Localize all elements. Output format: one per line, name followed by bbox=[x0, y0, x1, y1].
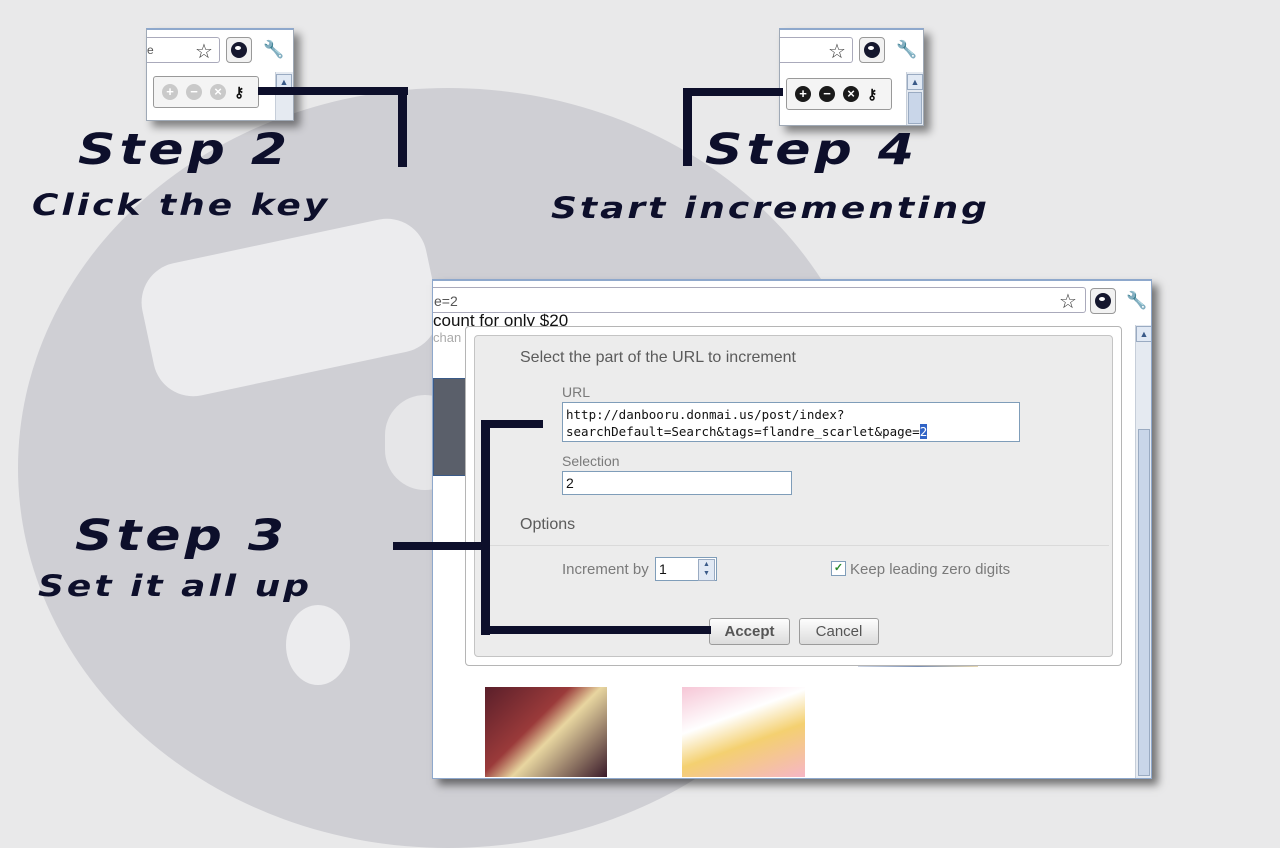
key-icon[interactable]: ⚷ bbox=[234, 84, 244, 101]
plus-icon[interactable]: + bbox=[795, 86, 811, 102]
url-incrementer-icon[interactable] bbox=[1090, 288, 1116, 314]
step2-title: Step 2 bbox=[78, 125, 292, 175]
star-icon[interactable]: ☆ bbox=[195, 39, 213, 64]
url-label: URL bbox=[562, 384, 591, 400]
key-icon[interactable]: ⚷ bbox=[867, 86, 877, 103]
increment-value: 1 bbox=[659, 561, 667, 577]
connector-line bbox=[683, 88, 692, 166]
background-shape bbox=[286, 605, 350, 685]
minus-icon: − bbox=[186, 84, 202, 100]
step4-title: Step 4 bbox=[705, 125, 919, 175]
incrementer-popup: + − × ⚷ bbox=[786, 78, 892, 110]
page-text[interactable]: chan bbox=[433, 330, 461, 345]
url-selected-text: 2 bbox=[919, 424, 928, 439]
step3-title: Step 3 bbox=[75, 511, 289, 561]
connector-line bbox=[398, 87, 407, 167]
scroll-thumb[interactable] bbox=[908, 92, 922, 124]
connector-line bbox=[481, 420, 490, 635]
stepper-arrows-icon[interactable]: ▲ ▼ bbox=[698, 559, 715, 581]
divider bbox=[476, 545, 1109, 546]
increment-stepper[interactable]: 1 ▲ ▼ bbox=[655, 557, 717, 581]
cancel-icon[interactable]: × bbox=[843, 86, 859, 102]
dialog-title: Select the part of the URL to increment bbox=[520, 349, 796, 366]
connector-line bbox=[258, 87, 408, 95]
step3-subtitle: Set it all up bbox=[38, 569, 313, 604]
minus-icon[interactable]: − bbox=[819, 86, 835, 102]
url-textarea[interactable]: http://danbooru.donmai.us/post/index? se… bbox=[562, 402, 1020, 442]
incrementer-popup: + − × ⚷ bbox=[153, 76, 259, 108]
step2-subtitle: Click the key bbox=[32, 188, 331, 223]
url-incrementer-icon[interactable] bbox=[859, 37, 885, 63]
omnibox[interactable]: e=2 bbox=[433, 287, 1086, 313]
url-line2: searchDefault=Search&tags=flandre_scarle… bbox=[566, 424, 920, 439]
leading-zero-label: Keep leading zero digits bbox=[850, 561, 1011, 578]
accept-button[interactable]: Accept bbox=[709, 618, 790, 645]
selection-label: Selection bbox=[562, 453, 620, 469]
plus-icon: + bbox=[162, 84, 178, 100]
leading-zero-checkbox[interactable]: ✓ bbox=[831, 561, 846, 576]
wrench-icon[interactable]: 🔧 bbox=[263, 40, 284, 60]
scroll-thumb[interactable] bbox=[1138, 429, 1150, 776]
options-label: Options bbox=[520, 516, 576, 533]
scroll-up-button[interactable]: ▲ bbox=[907, 74, 923, 90]
thumbnail-image[interactable] bbox=[485, 687, 607, 777]
toolbar-crop-step2: e ☆ 🔧 + − × ⚷ ▲ bbox=[146, 28, 294, 121]
wrench-icon[interactable]: 🔧 bbox=[896, 40, 917, 60]
url-incrementer-icon[interactable] bbox=[226, 37, 252, 63]
toolbar-crop-step4: ☆ 🔧 + − × ⚷ ▲ bbox=[779, 28, 924, 126]
wrench-icon[interactable]: 🔧 bbox=[1126, 291, 1147, 311]
star-icon[interactable]: ☆ bbox=[828, 39, 846, 64]
connector-line bbox=[481, 420, 543, 428]
thumbnail-image[interactable] bbox=[682, 687, 805, 777]
step4-subtitle: Start incrementing bbox=[551, 191, 990, 226]
cancel-button[interactable]: Cancel bbox=[799, 618, 879, 645]
selection-field[interactable]: 2 bbox=[562, 471, 792, 495]
cancel-icon: × bbox=[210, 84, 226, 100]
scroll-up-button[interactable]: ▲ bbox=[1136, 326, 1151, 342]
url-line1: http://danbooru.donmai.us/post/index? bbox=[566, 407, 845, 422]
star-icon[interactable]: ☆ bbox=[1059, 289, 1077, 314]
connector-line bbox=[393, 542, 483, 550]
connector-line bbox=[683, 88, 783, 96]
connector-line bbox=[481, 626, 711, 634]
increment-label: Increment by bbox=[562, 561, 649, 578]
